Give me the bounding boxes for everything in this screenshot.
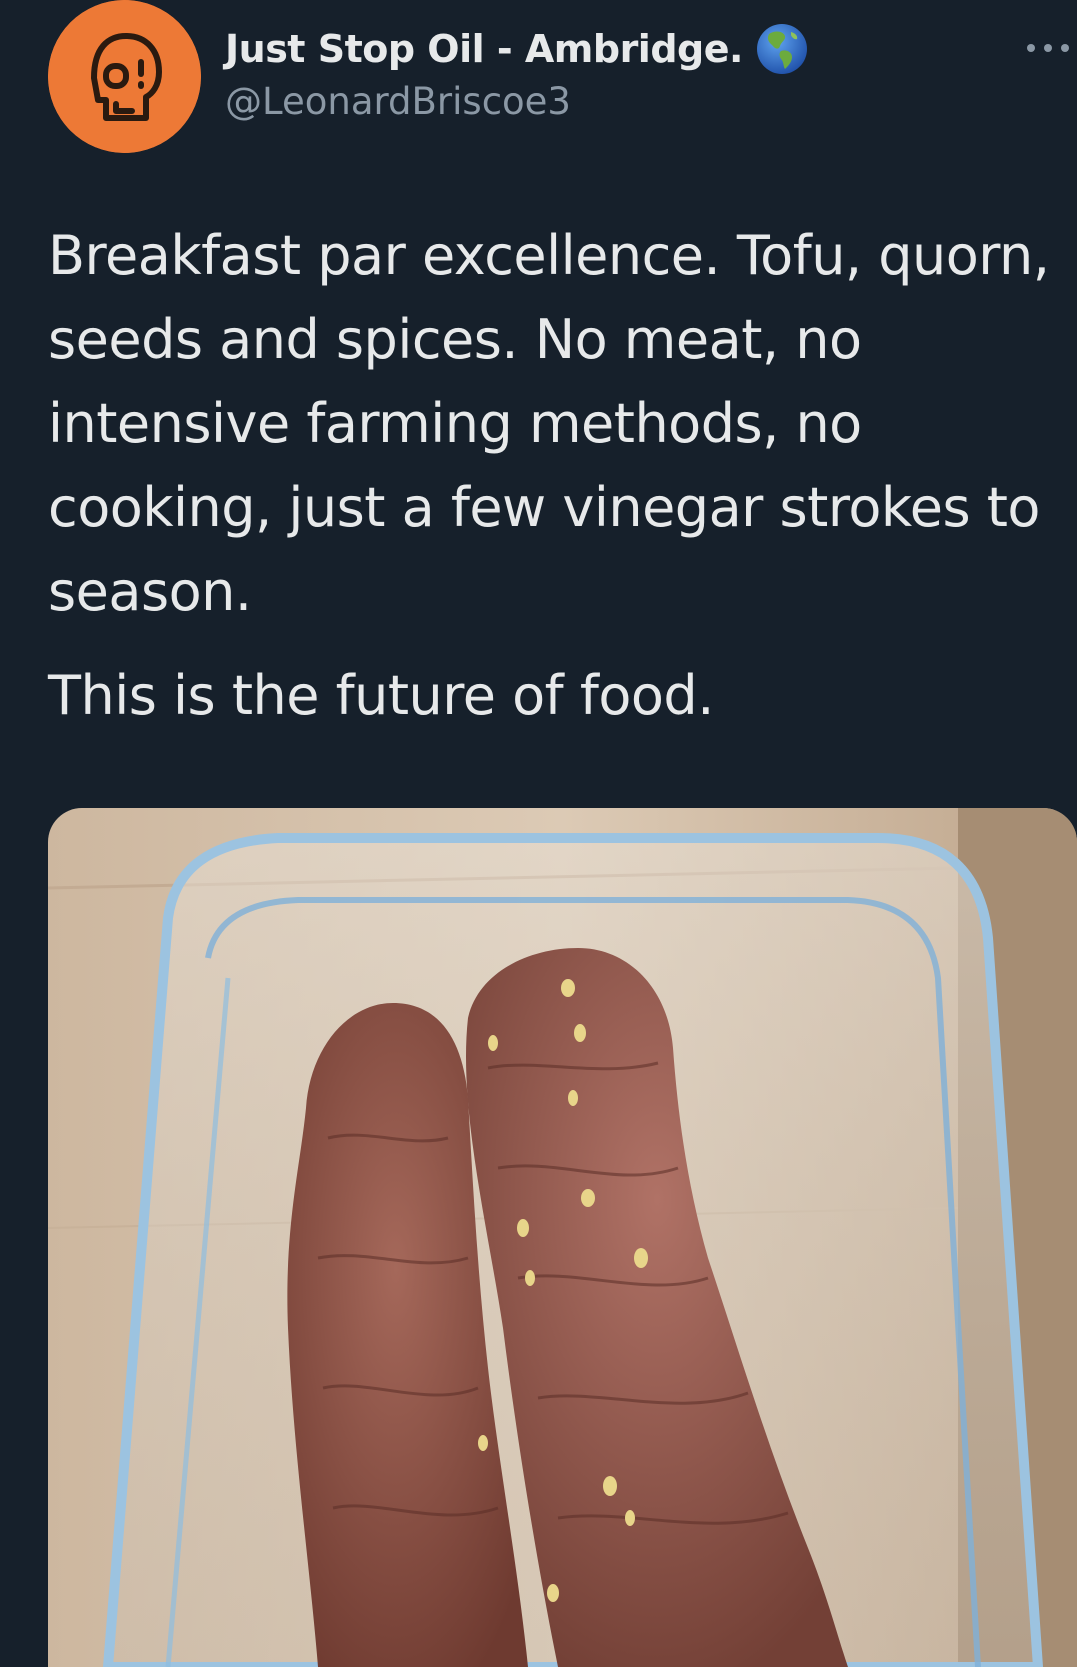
skull-icon [48, 0, 201, 153]
photo-icon [48, 808, 1077, 1667]
author-handle[interactable]: @LeonardBriscoe3 [225, 80, 571, 123]
ellipsis-icon [1027, 44, 1069, 52]
more-options-button[interactable] [1024, 30, 1072, 66]
author-display-name[interactable]: Just Stop Oil - Ambridge. [225, 27, 743, 71]
tweet-text-paragraph: This is the future of food. [48, 664, 714, 727]
tweet-photo[interactable] [48, 808, 1077, 1667]
tweet-text: Breakfast par excellence. Tofu, quorn, s… [48, 214, 1058, 738]
avatar[interactable] [48, 0, 201, 153]
globe-earth-americas-icon [755, 22, 809, 76]
author-name-row[interactable]: Just Stop Oil - Ambridge. [225, 22, 809, 76]
tweet-text-paragraph: Breakfast par excellence. Tofu, quorn, s… [48, 224, 1050, 623]
